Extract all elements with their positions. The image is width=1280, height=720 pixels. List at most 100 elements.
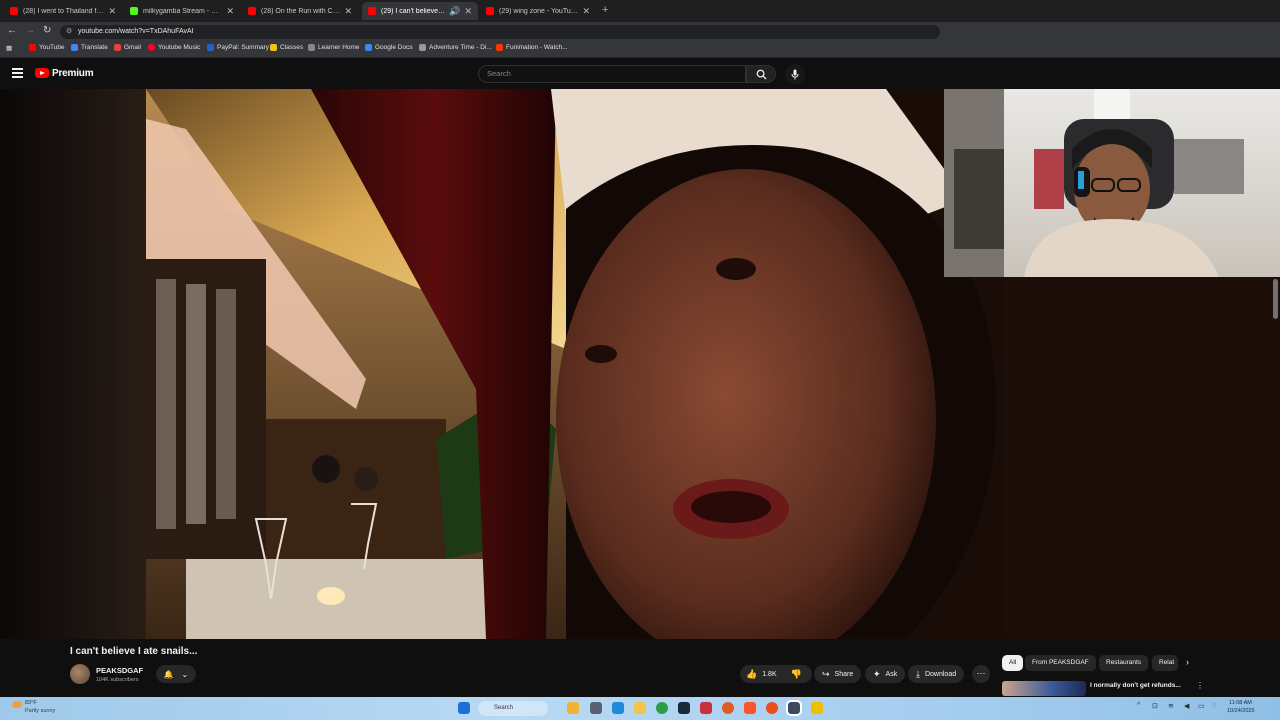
bookmark-translate[interactable]: Translate <box>71 44 108 51</box>
volume-icon[interactable]: ◀ <box>1184 702 1189 710</box>
thumbs-down-icon[interactable]: 👎 <box>791 669 802 680</box>
video-title: I can't believe I ate snails... <box>70 646 198 657</box>
bookmark-learner-home[interactable]: Learner Home <box>308 44 360 51</box>
browser-tab-4-active[interactable]: (29) I can't believe I ate snai 🔊 ✕ <box>362 2 478 20</box>
widgets-icon[interactable] <box>567 702 579 714</box>
chevron-down-icon: ⌄ <box>181 669 189 679</box>
chip-related[interactable]: Relat <box>1152 655 1178 671</box>
weather-description[interactable]: Partly sunny <box>25 708 55 714</box>
app-icon[interactable] <box>700 702 712 714</box>
bookmark-label: YouTube <box>39 44 65 51</box>
close-icon[interactable]: ✕ <box>582 6 590 17</box>
voice-search-button[interactable] <box>785 64 805 84</box>
network-icon[interactable]: ⊡ <box>1152 702 1158 710</box>
premium-brand[interactable]: Premium <box>52 68 94 79</box>
chevron-up-icon[interactable]: ^ <box>1137 702 1140 709</box>
close-icon[interactable]: ✕ <box>344 6 352 17</box>
recommendation-title[interactable]: I normally don't get refunds... <box>1090 682 1181 689</box>
thumbs-up-icon[interactable]: 👍 <box>746 669 757 680</box>
bookmark-youtube-music[interactable]: Youtube Music <box>148 44 200 51</box>
bookmark-label: PayPal: Summary <box>217 44 270 51</box>
clock-time[interactable]: 11:08 AM <box>1229 700 1252 706</box>
bookmark-google-docs[interactable]: Google Docs <box>365 44 413 51</box>
chat-icon[interactable]: ◌ <box>1212 702 1216 709</box>
edge-icon[interactable] <box>612 702 624 714</box>
bookmark-gmail[interactable]: Gmail <box>114 44 141 51</box>
download-button[interactable]: ⤓ Download <box>908 665 965 683</box>
chrome-icon[interactable] <box>656 702 668 714</box>
bookmark-label: Translate <box>81 44 108 51</box>
search-input[interactable]: Search <box>478 65 746 83</box>
site-info-icon[interactable]: ⚙ <box>66 25 72 39</box>
task-view-icon[interactable] <box>590 702 602 714</box>
bookmark-paypal[interactable]: PayPal: Summary <box>207 44 269 51</box>
firefox-icon[interactable] <box>722 702 734 714</box>
browser-tab-2[interactable]: milkygamba Stream - Watch Li ✕ <box>124 2 240 20</box>
weather-icon[interactable] <box>12 701 22 708</box>
battery-icon[interactable]: ▭ <box>1198 702 1205 710</box>
apps-grid-icon[interactable]: ▦ <box>6 44 12 52</box>
page-icon <box>419 44 426 51</box>
kick-favicon-icon <box>130 7 138 15</box>
bookmark-youtube[interactable]: YouTube <box>29 44 65 51</box>
brave-icon[interactable] <box>744 702 756 714</box>
ask-label: Ask <box>885 670 898 678</box>
speaker-icon[interactable]: 🔊 <box>449 6 460 17</box>
share-button[interactable]: ↪ Share <box>814 665 862 683</box>
forward-arrow-icon[interactable]: → <box>25 25 35 36</box>
taskbar-search[interactable]: Search <box>478 701 548 716</box>
clock-date[interactable]: 10/24/2025 <box>1227 708 1255 714</box>
chip-all[interactable]: All <box>1002 655 1024 671</box>
address-bar[interactable]: ⚙ youtube.com/watch?v=TxDAhuFAvAI <box>60 25 940 39</box>
recommendation-thumbnail[interactable] <box>1002 681 1086 696</box>
youtube-music-icon <box>148 44 155 51</box>
browser-tab-strip: (28) I went to Thailand for MUA ✕ milkyg… <box>0 0 1280 22</box>
chip-restaurants[interactable]: Restaurants <box>1099 655 1149 671</box>
scrollbar[interactable] <box>1273 279 1278 319</box>
close-icon[interactable]: ✕ <box>108 6 116 17</box>
download-label: Download <box>924 670 957 678</box>
weather-temperature[interactable]: 83°F <box>25 700 37 706</box>
browser-tab-5[interactable]: (29) wing zone - YouTube ✕ <box>480 2 596 20</box>
close-icon[interactable]: ✕ <box>464 6 472 17</box>
youtube-logo-icon[interactable] <box>35 68 49 78</box>
bookmark-label: Adventure Time - Di... <box>429 44 492 51</box>
bookmark-adventure-time[interactable]: Adventure Time - Di... <box>419 44 492 51</box>
like-count[interactable]: 1.8K <box>762 671 776 678</box>
tab-label: (29) I can't believe I ate snai <box>381 7 445 15</box>
chevron-right-icon[interactable]: › <box>1186 657 1189 667</box>
webcam-overlay <box>944 89 1280 277</box>
more-vert-icon[interactable]: ⋮ <box>1196 681 1204 690</box>
back-arrow-icon[interactable]: ← <box>7 25 17 36</box>
media-icon[interactable] <box>766 702 778 714</box>
bookmark-classes[interactable]: Classes <box>270 44 303 51</box>
wifi-icon[interactable]: ≋ <box>1168 702 1174 710</box>
bookmark-funimation[interactable]: Funimation - Watch... <box>496 44 568 51</box>
reload-icon[interactable]: ↻ <box>43 25 51 36</box>
close-icon[interactable]: ✕ <box>226 6 234 17</box>
steam-active-icon[interactable] <box>786 700 802 716</box>
notification-bell-button[interactable]: 🔔 ⌄ <box>156 665 196 683</box>
channel-name[interactable]: PEAKSDGAF <box>96 666 143 675</box>
table <box>186 559 506 639</box>
search-icon <box>756 69 767 80</box>
youtube-icon <box>29 44 36 51</box>
bookmark-label: Google Docs <box>375 44 413 51</box>
steam-icon[interactable] <box>678 702 690 714</box>
channel-avatar[interactable] <box>70 664 90 684</box>
menu-icon[interactable] <box>12 68 23 78</box>
browser-tab-1[interactable]: (28) I went to Thailand for MUA ✕ <box>4 2 122 20</box>
video-player[interactable] <box>0 89 1280 639</box>
file-explorer-icon[interactable] <box>634 702 646 714</box>
chip-from-channel[interactable]: From PEAKSDGAF <box>1025 655 1096 671</box>
browser-tab-3[interactable]: (28) On the Run with California ✕ <box>242 2 358 20</box>
paypal-icon <box>207 44 214 51</box>
more-actions-icon[interactable]: ⋯ <box>972 665 990 683</box>
youtube-favicon-icon <box>368 7 376 15</box>
start-icon[interactable] <box>458 702 470 714</box>
search-button[interactable] <box>746 65 776 83</box>
download-icon: ⤓ <box>916 668 920 679</box>
warning-icon[interactable] <box>811 702 823 714</box>
ask-button[interactable]: ✦ Ask <box>865 665 906 683</box>
new-tab-button[interactable]: + <box>602 4 608 16</box>
